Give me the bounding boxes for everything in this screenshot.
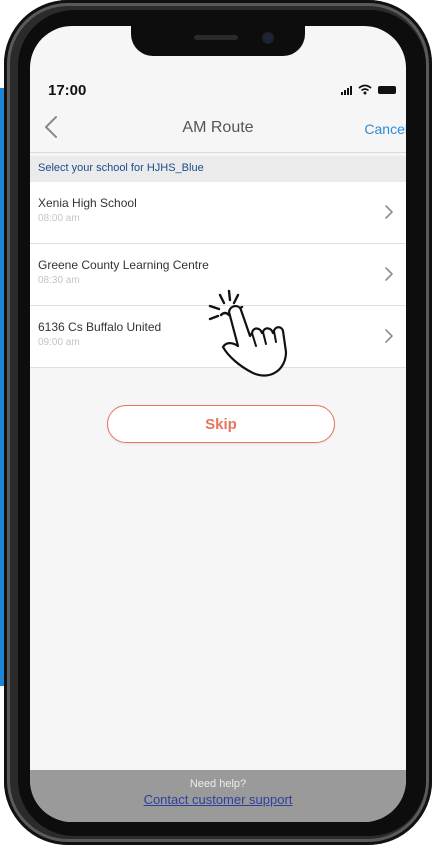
status-time: 17:00	[48, 82, 87, 99]
speaker-grille	[194, 35, 238, 40]
cancel-button[interactable]: Cancel	[364, 121, 406, 137]
signal-icon	[341, 85, 352, 95]
status-bar: 17:00	[30, 78, 406, 102]
chevron-right-icon	[385, 205, 393, 219]
chevron-right-icon	[385, 329, 393, 343]
school-name: 6136 Cs Buffalo United	[38, 320, 162, 334]
navigation-bar: AM Route Cancel	[30, 104, 406, 153]
front-camera	[264, 34, 272, 42]
section-header: Select your school for HJHS_Blue	[30, 156, 406, 182]
school-name: Greene County Learning Centre	[38, 258, 209, 272]
section-label: Select your school for HJHS_Blue	[38, 162, 204, 174]
need-help-text: Need help?	[189, 778, 247, 790]
phone-notch	[131, 26, 305, 56]
school-name: Xenia High School	[38, 196, 137, 210]
phone-screen: 17:00 AM Route Cancel Select your school…	[30, 26, 406, 822]
wifi-icon	[358, 84, 372, 95]
tap-gesture-icon	[208, 289, 288, 377]
school-time: 08:00 am	[38, 213, 80, 224]
school-time: 09:00 am	[38, 337, 80, 348]
page-title: AM Route	[182, 119, 254, 136]
contact-support-link[interactable]: Contact customer support	[144, 792, 293, 807]
school-row-xenia[interactable]: Xenia High School 08:00 am	[30, 182, 406, 244]
school-time: 08:30 am	[38, 275, 80, 286]
skip-button[interactable]: Skip	[107, 405, 335, 443]
battery-icon	[378, 85, 396, 94]
help-footer: Need help? Contact customer support	[30, 770, 406, 822]
chevron-right-icon	[385, 267, 393, 281]
status-icons	[341, 84, 396, 95]
